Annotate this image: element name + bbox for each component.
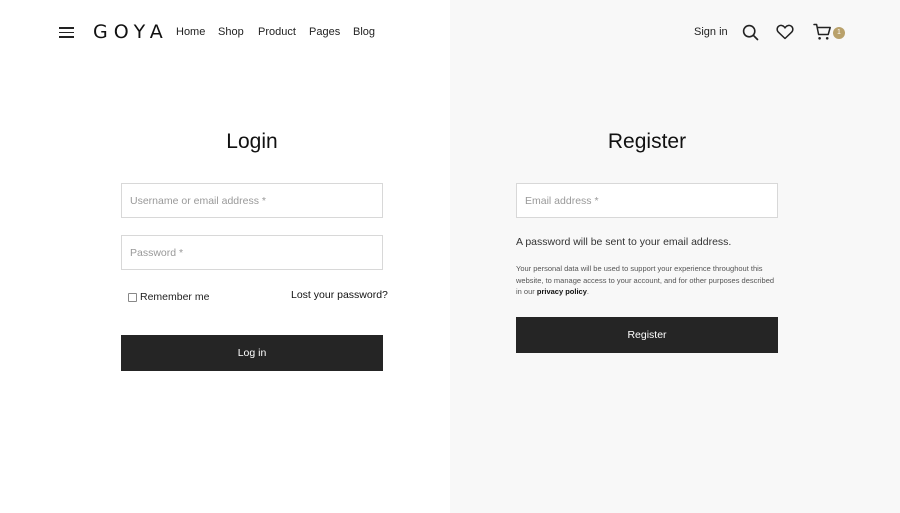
lost-password-link[interactable]: Lost your password? bbox=[291, 289, 388, 302]
privacy-notice: Your personal data will be used to suppo… bbox=[516, 263, 778, 298]
hamburger-menu-icon[interactable] bbox=[59, 26, 74, 38]
privacy-policy-link[interactable]: privacy policy bbox=[537, 287, 587, 296]
nav-blog[interactable]: Blog bbox=[353, 25, 375, 39]
sign-in-link[interactable]: Sign in bbox=[694, 25, 728, 39]
privacy-notice-end: . bbox=[586, 287, 589, 296]
heart-icon[interactable] bbox=[776, 24, 794, 40]
password-sent-note: A password will be sent to your email ad… bbox=[516, 236, 732, 248]
remember-me-label: Remember me bbox=[140, 291, 210, 303]
nav-product[interactable]: Product bbox=[258, 25, 296, 39]
site-logo[interactable]: GOYA bbox=[93, 21, 169, 43]
register-panel-background bbox=[450, 0, 900, 513]
register-title: Register bbox=[607, 130, 687, 153]
nav-home[interactable]: Home bbox=[176, 25, 205, 39]
register-email-input[interactable] bbox=[516, 183, 778, 218]
register-button[interactable]: Register bbox=[516, 317, 778, 353]
username-input[interactable] bbox=[121, 183, 383, 218]
login-button[interactable]: Log in bbox=[121, 335, 383, 371]
password-input[interactable] bbox=[121, 235, 383, 270]
nav-shop[interactable]: Shop bbox=[218, 25, 244, 39]
remember-me[interactable]: Remember me bbox=[128, 291, 209, 304]
cart-icon[interactable] bbox=[813, 23, 832, 41]
cart-count-badge: 1 bbox=[833, 27, 845, 39]
search-icon[interactable] bbox=[742, 24, 759, 41]
remember-me-checkbox[interactable] bbox=[128, 293, 137, 302]
login-title: Login bbox=[226, 130, 278, 153]
nav-pages[interactable]: Pages bbox=[309, 25, 340, 39]
